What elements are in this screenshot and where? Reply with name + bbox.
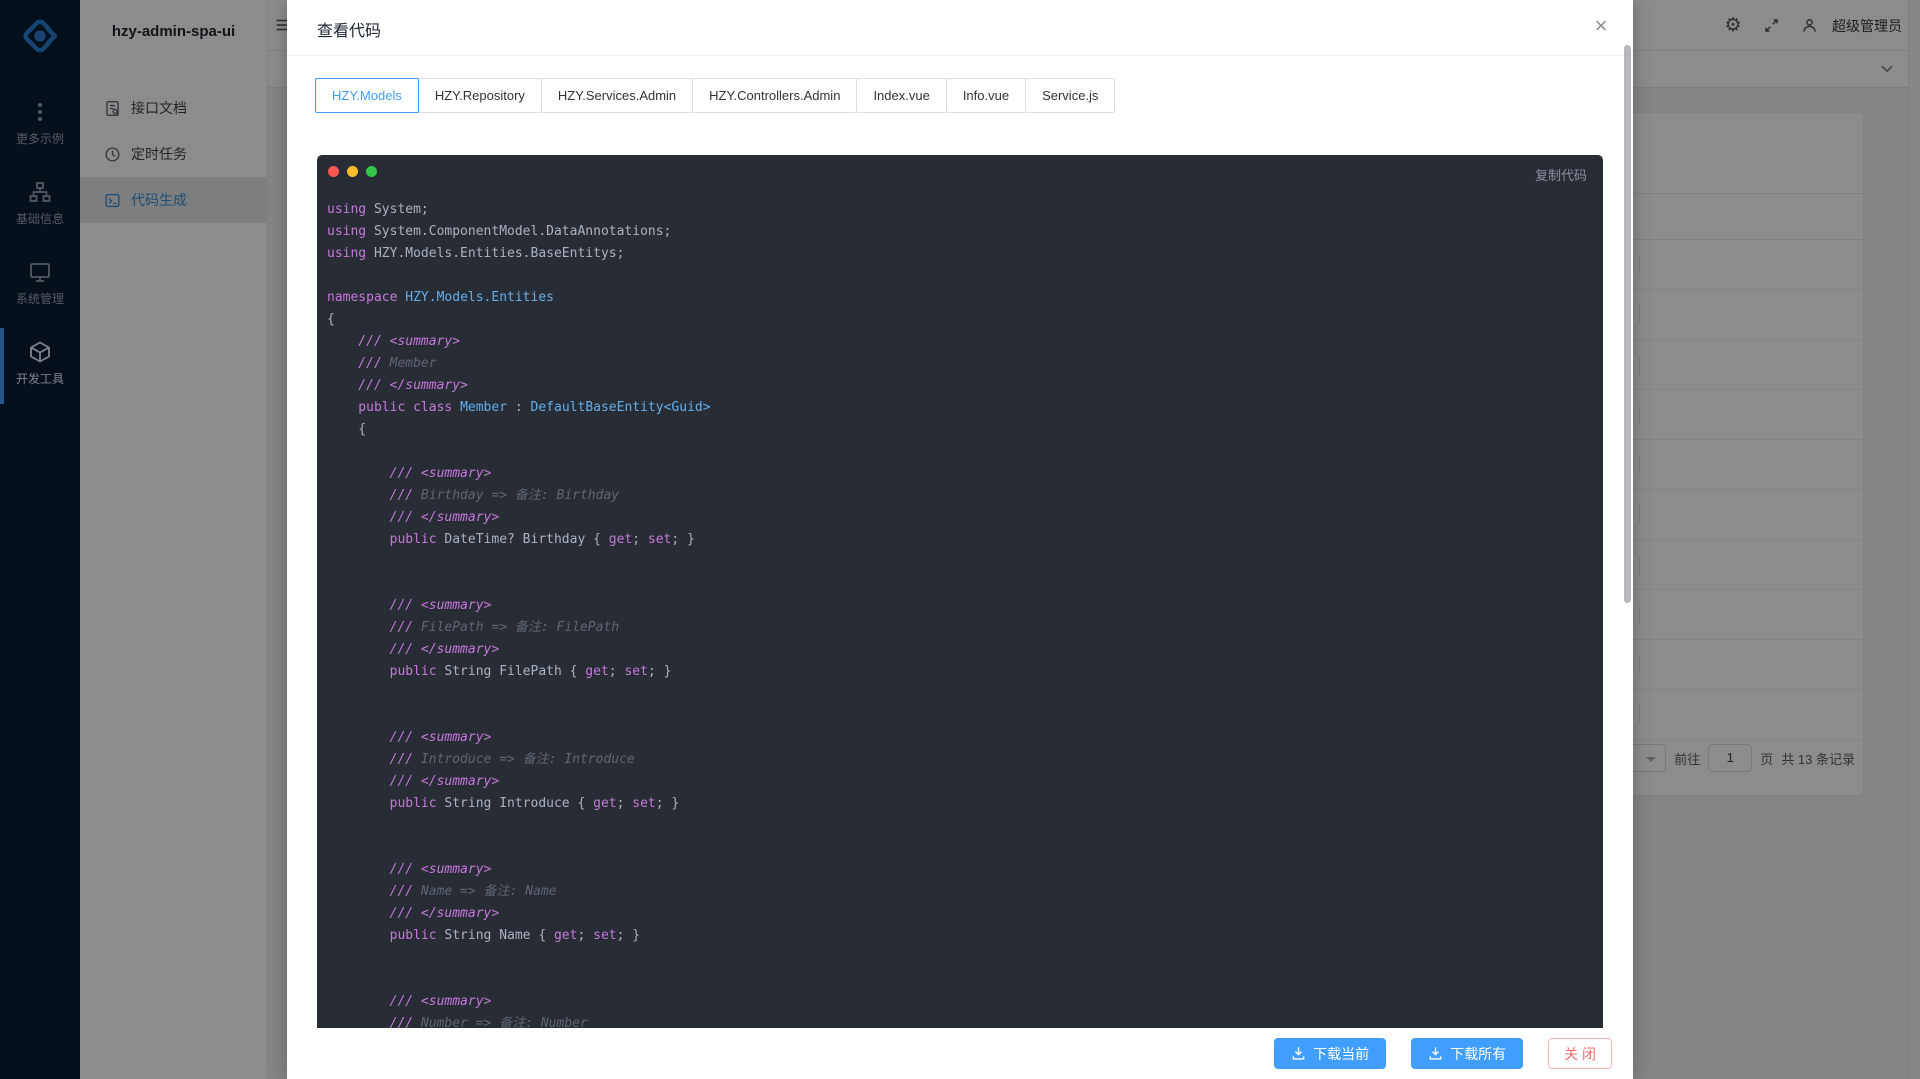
code-line: namespace HZY.Models.Entities <box>327 287 1587 309</box>
code-line: /// Member <box>327 353 1587 375</box>
download-all-button[interactable]: 下载所有 <box>1411 1038 1523 1069</box>
tab-hzy-controllers-admin[interactable]: HZY.Controllers.Admin <box>692 78 857 113</box>
code-line: /// Number => 备注: Number <box>327 1013 1587 1028</box>
close-icon[interactable]: × <box>1585 10 1617 42</box>
copy-code-button[interactable]: 复制代码 <box>1535 165 1587 184</box>
code-line: /// <summary> <box>327 463 1587 485</box>
code-line: /// </summary> <box>327 903 1587 925</box>
code-file-tabs: HZY.Models HZY.Repository HZY.Services.A… <box>315 78 1115 113</box>
code-line: /// FilePath => 备注: FilePath <box>327 617 1587 639</box>
code-line <box>327 551 1587 573</box>
code-viewer: 复制代码 using System;using System.Component… <box>317 155 1603 1028</box>
code-line: /// </summary> <box>327 771 1587 793</box>
code-line: /// Introduce => 备注: Introduce <box>327 749 1587 771</box>
code-line: public DateTime? Birthday { get; set; } <box>327 529 1587 551</box>
code-viewer-header: 复制代码 <box>317 155 1603 189</box>
code-line: /// </summary> <box>327 375 1587 397</box>
dialog-header: 查看代码 × <box>287 0 1633 56</box>
code-line: public String Name { get; set; } <box>327 925 1587 947</box>
code-line <box>327 969 1587 991</box>
code-line: /// </summary> <box>327 507 1587 529</box>
code-line <box>327 837 1587 859</box>
tab-hzy-models[interactable]: HZY.Models <box>315 78 419 113</box>
download-current-label: 下载当前 <box>1313 1044 1369 1064</box>
green-dot-icon <box>366 166 377 177</box>
tab-hzy-repository[interactable]: HZY.Repository <box>418 78 542 113</box>
tab-index-vue[interactable]: Index.vue <box>856 78 946 113</box>
code-line <box>327 705 1587 727</box>
download-icon <box>1291 1046 1306 1061</box>
code-line <box>327 573 1587 595</box>
window-dots-icon <box>328 166 377 177</box>
code-line: using HZY.Models.Entities.BaseEntitys; <box>327 243 1587 265</box>
code-line: /// <summary> <box>327 331 1587 353</box>
dialog-title: 查看代码 <box>317 17 381 41</box>
red-dot-icon <box>328 166 339 177</box>
code-line: /// <summary> <box>327 727 1587 749</box>
code-line <box>327 815 1587 837</box>
yellow-dot-icon <box>347 166 358 177</box>
view-code-dialog: 查看代码 × HZY.Models HZY.Repository HZY.Ser… <box>287 0 1633 1079</box>
download-current-button[interactable]: 下载当前 <box>1274 1038 1386 1069</box>
code-line: /// Birthday => 备注: Birthday <box>327 485 1587 507</box>
code-line: { <box>327 419 1587 441</box>
code-line: public class Member : DefaultBaseEntity<… <box>327 397 1587 419</box>
code-line: /// </summary> <box>327 639 1587 661</box>
code-line <box>327 265 1587 287</box>
code-line <box>327 441 1587 463</box>
download-icon <box>1428 1046 1443 1061</box>
code-line: /// <summary> <box>327 595 1587 617</box>
tab-info-vue[interactable]: Info.vue <box>946 78 1026 113</box>
code-line <box>327 683 1587 705</box>
code-line: /// Name => 备注: Name <box>327 881 1587 903</box>
code-line: { <box>327 309 1587 331</box>
code-content: using System;using System.ComponentModel… <box>317 189 1603 1028</box>
screen: 更多示例 基础信息 系统管理 开发工具 hzy-admin-spa-ui <box>0 0 1920 1079</box>
download-all-label: 下载所有 <box>1450 1044 1506 1064</box>
code-line: public String FilePath { get; set; } <box>327 661 1587 683</box>
code-line: /// <summary> <box>327 859 1587 881</box>
code-line: public String Introduce { get; set; } <box>327 793 1587 815</box>
tab-service-js[interactable]: Service.js <box>1025 78 1115 113</box>
dialog-footer: 下载当前 下载所有 关 闭 <box>287 1028 1633 1079</box>
tab-hzy-services-admin[interactable]: HZY.Services.Admin <box>541 78 693 113</box>
code-line: /// <summary> <box>327 991 1587 1013</box>
dialog-scrollbar-thumb[interactable] <box>1624 45 1631 603</box>
close-dialog-button[interactable]: 关 闭 <box>1548 1038 1612 1069</box>
code-line: using System; <box>327 199 1587 221</box>
code-line <box>327 947 1587 969</box>
code-line: using System.ComponentModel.DataAnnotati… <box>327 221 1587 243</box>
